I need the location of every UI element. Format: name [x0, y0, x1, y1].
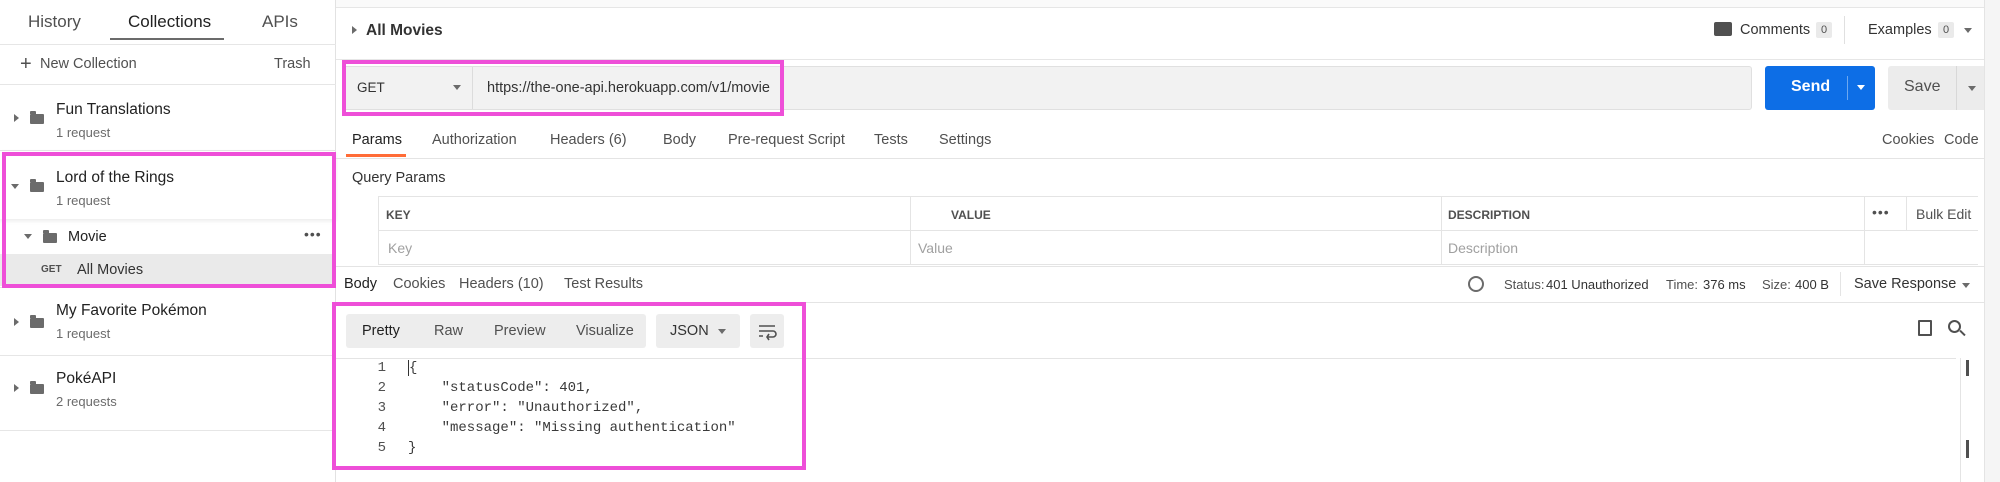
bulk-edit-button[interactable]: Bulk Edit [1916, 206, 1971, 222]
save-button[interactable]: Save [1888, 66, 1988, 110]
scrollbar-track [1960, 358, 1961, 482]
tab-pre-request-script[interactable]: Pre-request Script [728, 132, 845, 148]
tab-settings[interactable]: Settings [939, 132, 991, 148]
chevron-down-icon[interactable] [1964, 28, 1972, 33]
response-tab-test-results[interactable]: Test Results [564, 276, 643, 292]
size-label: Size: [1762, 277, 1791, 292]
sidebar-tabs: History Collections APIs [0, 0, 336, 44]
value-input[interactable]: Value [918, 240, 953, 256]
tab-params[interactable]: Params [352, 132, 402, 148]
folder-icon [30, 381, 44, 394]
chevron-down-icon[interactable] [1857, 85, 1865, 90]
status-label: Status: [1504, 277, 1545, 292]
tab-authorization[interactable]: Authorization [432, 132, 517, 148]
comment-icon [1714, 22, 1732, 36]
scrollbar-thumb[interactable] [1966, 440, 1969, 458]
comments-count: 0 [1816, 22, 1833, 38]
tab-history[interactable]: History [28, 12, 81, 32]
examples-count: 0 [1938, 22, 1955, 38]
column-header-description: DESCRIPTION [1448, 208, 1531, 222]
divider [1844, 16, 1845, 44]
column-header-value: VALUE [951, 208, 991, 222]
tab-headers[interactable]: Headers (6) [550, 132, 627, 148]
trash-button[interactable]: Trash [274, 56, 311, 72]
response-tab-cookies[interactable]: Cookies [393, 276, 445, 292]
tab-collections[interactable]: Collections [128, 12, 211, 32]
plus-icon: + [20, 53, 32, 75]
divider [336, 266, 2000, 267]
collection-name: PokéAPI [56, 370, 117, 387]
divider [1956, 66, 1957, 110]
divider [0, 430, 336, 431]
code-link[interactable]: Code [1944, 132, 1979, 148]
divider [1840, 272, 1841, 296]
query-params-title: Query Params [352, 170, 446, 186]
tab-strip [336, 0, 2000, 8]
copy-icon[interactable] [1918, 320, 1932, 336]
request-title: All Movies [366, 22, 443, 39]
cookies-link[interactable]: Cookies [1882, 132, 1934, 148]
collection-name: Fun Translations [56, 101, 171, 118]
collection-item[interactable]: Fun Translations 1 request [0, 85, 336, 149]
collection-count: 2 requests [56, 394, 117, 409]
send-label: Send [1791, 78, 1831, 95]
folder-icon [30, 111, 44, 124]
highlight-box [2, 152, 336, 288]
more-options-icon[interactable]: ••• [1872, 204, 1890, 220]
status-value: 401 Unauthorized [1546, 277, 1649, 292]
highlight-box [342, 60, 784, 116]
tab-apis[interactable]: APIs [262, 12, 298, 32]
window-scrollbar[interactable] [1984, 0, 2000, 482]
divider [0, 44, 336, 45]
globe-icon [1468, 276, 1484, 292]
active-tab-indicator [346, 154, 406, 157]
scrollbar-thumb[interactable] [1966, 360, 1969, 376]
caret-right-icon [14, 114, 19, 122]
key-input[interactable]: Key [388, 240, 412, 256]
send-button[interactable]: Send [1765, 66, 1875, 110]
tab-body[interactable]: Body [663, 132, 696, 148]
size-value: 400 B [1795, 277, 1829, 292]
new-collection-button[interactable]: + New Collection [20, 54, 150, 76]
examples-button[interactable]: Examples [1868, 22, 1932, 38]
divider [1847, 76, 1848, 100]
comments-button[interactable]: Comments [1740, 22, 1810, 38]
new-collection-label: New Collection [40, 56, 137, 72]
collection-count: 1 request [56, 326, 111, 341]
collection-item[interactable]: My Favorite Pokémon 1 request [0, 288, 336, 354]
time-label: Time: [1666, 277, 1699, 292]
caret-right-icon[interactable] [352, 26, 357, 34]
divider [336, 158, 2000, 159]
tab-tests[interactable]: Tests [874, 132, 908, 148]
column-header-key: KEY [386, 208, 411, 222]
collection-count: 1 request [56, 125, 111, 140]
folder-icon [30, 315, 44, 328]
highlight-box [332, 302, 806, 470]
caret-right-icon [14, 384, 19, 392]
response-tab-body[interactable]: Body [344, 276, 377, 292]
collection-item[interactable]: PokéAPI 2 requests [0, 356, 336, 422]
description-input[interactable]: Description [1448, 240, 1518, 256]
caret-right-icon [14, 318, 19, 326]
chevron-down-icon[interactable] [1968, 86, 1976, 91]
active-tab-indicator [110, 38, 224, 40]
chevron-down-icon[interactable] [1962, 283, 1970, 288]
request-header: All Movies Comments 0 Examples 0 [336, 0, 2000, 60]
search-icon-handle [1959, 329, 1966, 337]
collection-name: My Favorite Pokémon [56, 302, 207, 319]
response-tab-headers[interactable]: Headers (10) [459, 276, 544, 292]
time-value: 376 ms [1703, 277, 1746, 292]
save-label: Save [1904, 78, 1941, 95]
save-response-button[interactable]: Save Response [1854, 276, 1956, 292]
